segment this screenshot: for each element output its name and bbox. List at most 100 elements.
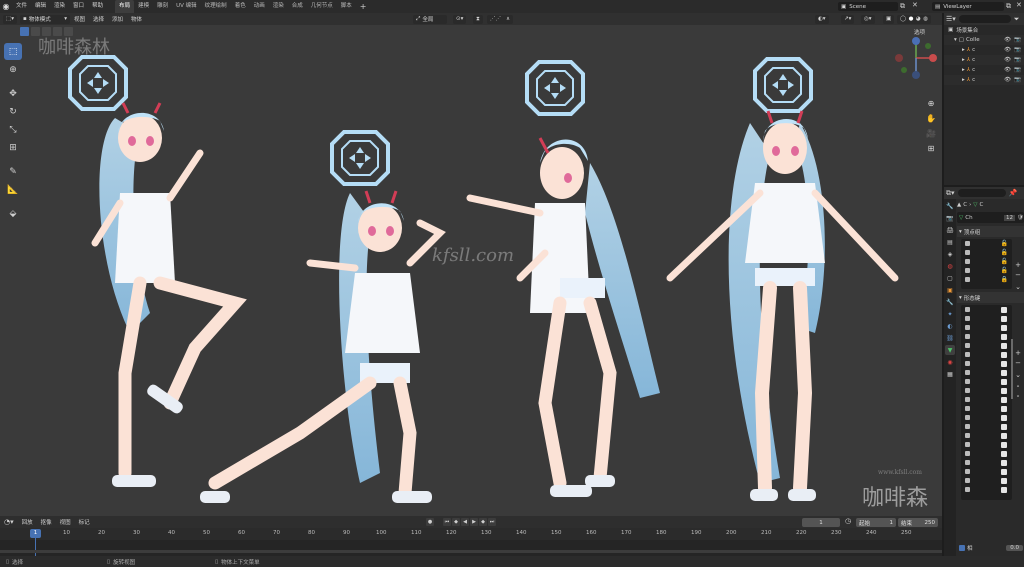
data-tab-icon[interactable]: ▼ (945, 345, 955, 355)
fake-user-shield-icon[interactable]: 🛡 (1017, 215, 1024, 221)
prev-keyframe-icon[interactable]: ◆ (452, 518, 460, 526)
next-keyframe-icon[interactable]: ◆ (479, 518, 487, 526)
jump-end-icon[interactable]: ⏭ (488, 518, 496, 526)
list-item[interactable] (961, 323, 1012, 332)
menu-file[interactable]: 文件 (12, 0, 31, 13)
list-item[interactable] (961, 449, 1012, 458)
shape-key-checkbox[interactable] (1001, 441, 1007, 448)
world-tab-icon[interactable]: ◍ (945, 261, 955, 271)
shape-key-checkbox[interactable] (1001, 387, 1007, 394)
pin-icon[interactable]: 📌 (1009, 189, 1018, 197)
render-camera-icon[interactable]: 📷 (1014, 67, 1021, 73)
list-item[interactable] (961, 377, 1012, 386)
value-field[interactable]: 0.0 (1006, 544, 1023, 551)
modifier-tab-icon[interactable]: 🔧 (945, 297, 955, 307)
scene-new-icon[interactable]: ⧉ (900, 2, 905, 11)
scene-tab-icon[interactable]: ◈ (945, 249, 955, 259)
move-up-icon[interactable]: ˄ (1014, 385, 1022, 393)
list-item[interactable] (961, 359, 1012, 368)
tab-compositing[interactable]: 合成 (288, 0, 307, 13)
list-item[interactable] (961, 305, 1012, 314)
timeline-editor-icon[interactable]: ◔▾ (0, 518, 18, 526)
play-icon[interactable]: ▶ (470, 518, 478, 526)
tab-shading[interactable]: 着色 (231, 0, 250, 13)
tab-uv-editing[interactable]: UV 编辑 (172, 0, 201, 13)
visibility-eye-icon[interactable]: 👁 (1004, 57, 1011, 63)
list-item[interactable] (961, 440, 1012, 449)
particles-tab-icon[interactable]: ✦ (945, 309, 955, 319)
expand-arrow-icon[interactable]: ▾ (954, 37, 957, 43)
visibility-eye-icon[interactable]: 👁 (1004, 47, 1011, 53)
list-item[interactable] (961, 422, 1012, 431)
add-workspace-button[interactable]: + (356, 2, 371, 11)
constraints-tab-icon[interactable]: ⛓ (945, 333, 955, 343)
blender-logo-icon[interactable]: ◉ (0, 1, 12, 13)
lock-icon[interactable]: 🔓 (1001, 249, 1008, 256)
expand-arrow-icon[interactable]: ▸ (962, 67, 965, 73)
shape-key-checkbox[interactable] (1001, 369, 1007, 376)
shape-key-checkbox[interactable] (1001, 477, 1007, 484)
add-vertex-group-button[interactable]: + (1014, 261, 1022, 269)
menu-help[interactable]: 帮助 (88, 0, 107, 13)
list-item[interactable] (961, 458, 1012, 467)
render-camera-icon[interactable]: 📷 (1014, 77, 1021, 83)
expand-arrow-icon[interactable]: ▸ (962, 77, 965, 83)
shape-key-checkbox[interactable] (1001, 333, 1007, 340)
visibility-eye-icon[interactable]: 👁 (1004, 37, 1011, 43)
tool-tab-icon[interactable]: 🔧 (945, 201, 955, 211)
outliner-search-input[interactable] (958, 15, 1011, 23)
render-camera-icon[interactable]: 📷 (1014, 57, 1021, 63)
list-item[interactable] (961, 467, 1012, 476)
visibility-eye-icon[interactable]: 👁 (1004, 67, 1011, 73)
navigation-gizmo[interactable] (893, 35, 939, 81)
shape-key-checkbox[interactable] (1001, 351, 1007, 358)
shape-key-checkbox[interactable] (1001, 414, 1007, 421)
view-layer-selector[interactable]: ▤ ViewLayer (932, 2, 1004, 11)
scene-remove-icon[interactable]: ✕ (912, 1, 918, 9)
shape-key-checkbox[interactable] (1001, 306, 1007, 313)
tab-scripting[interactable]: 脚本 (337, 0, 356, 13)
shape-key-checkbox[interactable] (1001, 405, 1007, 412)
menu-edit[interactable]: 编辑 (31, 0, 50, 13)
outliner-row-collection[interactable]: ▾ ▢ Colle 👁 📷 (944, 35, 1024, 45)
lock-icon[interactable]: 🔓 (1001, 240, 1008, 247)
shape-key-checkbox[interactable] (1001, 315, 1007, 322)
shape-key-checkbox[interactable] (1001, 396, 1007, 403)
shape-key-checkbox[interactable] (1001, 450, 1007, 457)
expand-arrow-icon[interactable]: ▸ (962, 47, 965, 53)
list-item[interactable]: 🔓 (961, 266, 1012, 275)
shape-key-checkbox[interactable] (1001, 342, 1007, 349)
tab-sculpting[interactable]: 雕刻 (153, 0, 172, 13)
tab-modeling[interactable]: 建模 (134, 0, 153, 13)
filter-icon[interactable]: ⏷ (1014, 15, 1020, 24)
shape-key-checkbox[interactable] (1001, 486, 1007, 493)
outliner-row-object[interactable]: ▸ ⅄ c 👁 📷 (944, 75, 1024, 85)
tab-rendering[interactable]: 渲染 (269, 0, 288, 13)
list-item[interactable]: 🔒 (961, 275, 1012, 284)
list-item[interactable]: 🔓 (961, 248, 1012, 257)
tab-geometry-nodes[interactable]: 几何节点 (307, 0, 337, 13)
list-item[interactable]: 🔓 (961, 239, 1012, 248)
list-item[interactable] (961, 314, 1012, 323)
end-frame-field[interactable]: 结束 250 (898, 518, 938, 527)
remove-shape-key-button[interactable]: − (1014, 359, 1022, 367)
camera-icon[interactable]: 🎥 (924, 126, 938, 140)
tab-texture-paint[interactable]: 纹理绘制 (201, 0, 231, 13)
shape-key-checkbox[interactable] (1001, 324, 1007, 331)
shape-keys-list[interactable] (961, 305, 1012, 500)
clock-icon[interactable]: ◷ (845, 517, 851, 525)
output-tab-icon[interactable]: 🖨 (945, 225, 955, 235)
outliner-row-object[interactable]: ▸ ⅄ c 👁 📷 (944, 45, 1024, 55)
tab-animation[interactable]: 动画 (250, 0, 269, 13)
mesh-data-selector[interactable]: ▽ Ch 12 🛡 (957, 212, 1024, 223)
playhead[interactable]: 1 (30, 529, 41, 538)
list-item[interactable] (961, 386, 1012, 395)
outliner-row-scene-collection[interactable]: ▣ 场景集合 (944, 25, 1024, 35)
expand-arrow-icon[interactable]: ▸ (962, 57, 965, 63)
list-item[interactable]: 🔓 (961, 257, 1012, 266)
menu-playback[interactable]: 回放 (18, 518, 37, 526)
render-camera-icon[interactable]: 📷 (1014, 37, 1021, 43)
shape-key-checkbox[interactable] (1001, 468, 1007, 475)
properties-editor-icon[interactable]: ⧉▾ (946, 189, 955, 198)
jump-start-icon[interactable]: ⏮ (443, 518, 451, 526)
